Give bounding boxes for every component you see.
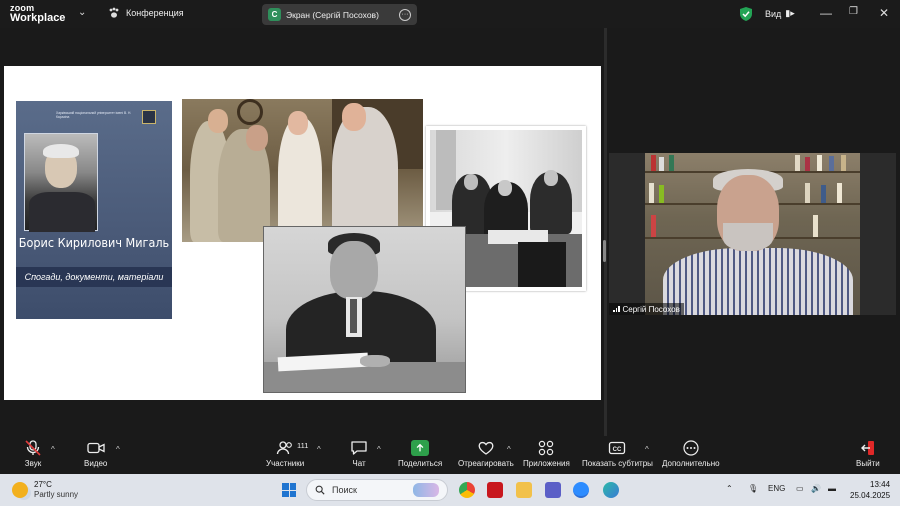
video-camera-icon (87, 442, 105, 454)
leave-icon (860, 441, 874, 455)
video-button[interactable]: Видео (84, 440, 107, 468)
windows-taskbar: 27°C Partly sunny Поиск ⌃ 🎙 ENG ▭ 🔊 ▬ 13… (0, 474, 900, 506)
book-cover: Харківський національний університет іме… (16, 101, 172, 319)
audio-label: Звук (24, 459, 42, 468)
archive-portrait-at-desk (263, 226, 466, 393)
participant-name: Сергій Посохов (622, 304, 680, 314)
chat-button[interactable]: Чат (350, 440, 368, 468)
chrome-icon[interactable] (459, 482, 475, 498)
apps-label: Приложения (523, 459, 570, 468)
clock-time: 13:44 (870, 480, 891, 489)
panel-divider (604, 28, 607, 436)
logo-line-2: Workplace (10, 12, 66, 24)
leave-button[interactable]: Выйти (856, 440, 880, 468)
restore-icon[interactable]: ❐ (849, 6, 858, 17)
share-screen-icon (411, 440, 430, 456)
book-subtitle: Спогади, документи, матеріали (24, 272, 164, 282)
search-highlight-icon (413, 483, 439, 497)
more-icon (683, 440, 699, 456)
participants-count: 111 (297, 441, 309, 450)
resize-handle[interactable] (603, 240, 606, 262)
share-screen-button[interactable]: Поделиться (398, 440, 442, 468)
sharer-avatar: C (268, 8, 281, 21)
apps-icon (539, 440, 554, 456)
zoom-app-icon[interactable] (573, 482, 589, 498)
clock-date: 25.04.2025 (850, 491, 891, 500)
weather-widget[interactable]: 27°C Partly sunny (12, 480, 78, 500)
react-button[interactable]: Отреагировать (458, 440, 514, 468)
view-menu[interactable]: Вид ▮▸ (765, 8, 795, 19)
search-icon (315, 485, 325, 495)
react-options-caret[interactable]: ^ (507, 445, 511, 454)
volume-icon[interactable]: 🔊 (811, 484, 821, 493)
participants-label: Участники (266, 459, 305, 468)
security-shield-icon[interactable] (740, 7, 752, 21)
audio-button[interactable]: Звук (24, 440, 42, 468)
presentation-slide: Харківський національний університет іме… (4, 66, 601, 400)
group-photo (182, 99, 423, 242)
teams-icon[interactable] (545, 482, 561, 498)
weather-condition: Partly sunny (34, 490, 79, 499)
app-icon[interactable] (603, 482, 619, 498)
close-icon[interactable]: ✕ (879, 6, 889, 20)
chevron-down-icon[interactable]: ⌄ (78, 7, 86, 18)
paw-icon (109, 7, 119, 18)
more-label: Дополнительно (662, 459, 720, 468)
signal-strength-icon (613, 306, 620, 312)
chat-options-caret[interactable]: ^ (377, 445, 381, 454)
windows-start-icon[interactable] (282, 483, 296, 497)
file-explorer-icon[interactable] (516, 482, 532, 498)
system-clock[interactable]: 13:44 25.04.2025 (850, 479, 890, 501)
book-title: Борис Кирилович Мигаль (18, 235, 170, 250)
participant-name-bar: Сергій Посохов (609, 303, 684, 315)
chat-icon (351, 441, 367, 455)
conference-menu[interactable]: Конференция (108, 7, 184, 19)
audio-options-caret[interactable]: ^ (51, 445, 55, 454)
participants-icon (276, 441, 292, 455)
react-label: Отреагировать (458, 459, 514, 468)
partly-sunny-icon (12, 482, 28, 498)
heart-icon (478, 441, 494, 455)
conference-label: Конференция (126, 8, 184, 18)
meeting-toolbar: Звук ^ Видео ^ Участники 111 ^ Чат ^ Под… (0, 436, 900, 474)
leave-label: Выйти (856, 459, 880, 468)
input-language[interactable]: ENG (768, 484, 785, 493)
battery-icon[interactable]: ▬ (828, 484, 836, 493)
chat-label: Чат (352, 459, 366, 468)
zoom-logo: zoom Workplace (10, 3, 66, 24)
svg-text:CC: CC (613, 447, 622, 453)
more-button[interactable]: Дополнительно (662, 440, 720, 468)
view-icon: ▮▸ (785, 8, 795, 18)
captions-options-caret[interactable]: ^ (645, 445, 649, 454)
screen-share-indicator[interactable]: C Экран (Сергій Посохов) ··· (262, 4, 417, 25)
apps-button[interactable]: Приложения (523, 440, 570, 468)
participants-options-caret[interactable]: ^ (317, 445, 321, 454)
book-portrait-photo (24, 133, 98, 232)
video-options-caret[interactable]: ^ (116, 445, 120, 454)
captions-button[interactable]: CC Показать субтитры (582, 440, 653, 468)
captions-label: Показать субтитры (582, 459, 653, 468)
shared-screen: Харківський національний університет іме… (0, 28, 603, 436)
screen-share-title: Экран (Сергій Посохов) (286, 9, 379, 20)
taskbar-search[interactable]: Поиск (306, 479, 448, 501)
temperature: 27°C (34, 480, 52, 489)
participant-video-tile[interactable]: Сергій Посохов (609, 153, 896, 315)
acrobat-icon[interactable] (487, 482, 503, 498)
display-tray-icon[interactable]: ▭ (796, 484, 804, 493)
title-bar: zoom Workplace ⌄ Конференция C Экран (Се… (0, 0, 900, 28)
search-placeholder: Поиск (332, 485, 357, 495)
share-label: Поделиться (398, 459, 443, 468)
university-emblem (142, 110, 156, 124)
cc-icon: CC (609, 441, 626, 455)
more-options-icon[interactable]: ··· (399, 8, 411, 21)
participant-video-feed (645, 153, 860, 315)
book-publisher-text: Харківський національний університет іме… (56, 111, 132, 119)
microphone-tray-icon[interactable]: 🎙 (748, 484, 758, 493)
minimize-icon[interactable]: — (820, 6, 832, 20)
view-label: Вид (765, 8, 782, 19)
tray-overflow-icon[interactable]: ⌃ (726, 484, 733, 493)
mic-muted-icon (25, 440, 41, 456)
video-label: Видео (84, 459, 108, 468)
